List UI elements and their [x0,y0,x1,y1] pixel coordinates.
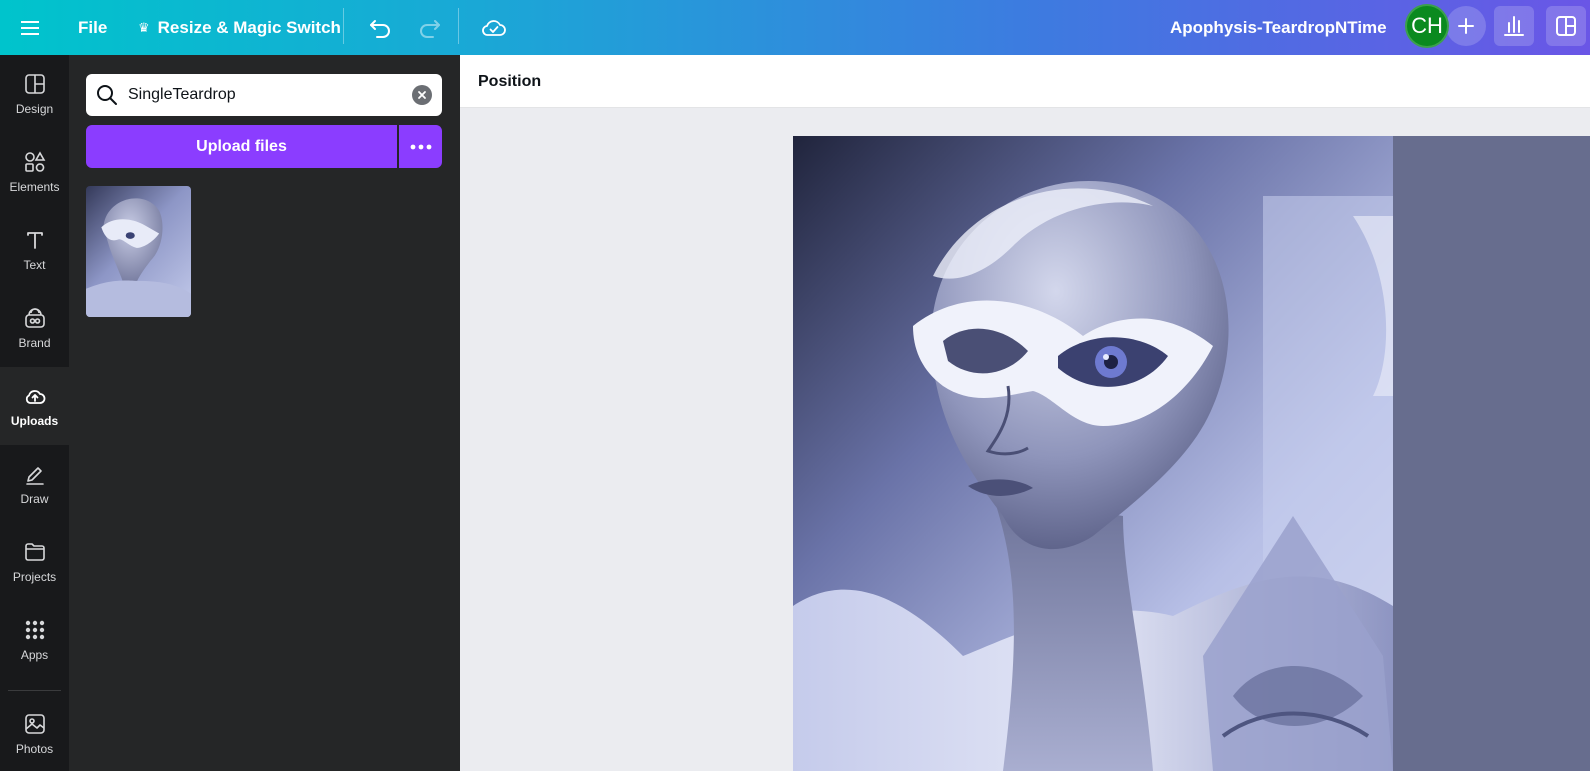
upload-files-button[interactable]: Upload files [86,125,397,168]
rail-label-photos: Photos [15,742,54,756]
layout-icon [1556,16,1576,36]
undo-button[interactable] [362,8,398,48]
toolbar-divider [458,8,459,44]
bar-chart-icon [1504,16,1524,36]
undo-icon [370,20,390,38]
top-bar: File ♛ Resize & Magic Switch Apophysis-T… [0,0,1590,55]
canvas-area [460,108,1590,771]
rail-item-photos[interactable]: Photos [0,695,69,771]
rail-label-projects: Projects [12,570,57,584]
text-icon [26,232,43,249]
avatar[interactable]: CH [1405,4,1449,48]
rail-item-uploads[interactable]: Uploads [0,367,69,445]
brand-icon [24,308,45,328]
context-toolbar: Position [460,55,1590,108]
layout-panel-button[interactable] [1546,6,1586,46]
draw-icon [25,467,44,485]
rail-item-text[interactable]: Text [0,211,69,289]
rail-divider [8,690,61,691]
rail-item-projects[interactable]: Projects [0,523,69,601]
uploads-panel: Upload files [69,55,460,771]
elements-icon [24,151,45,172]
rail-item-draw[interactable]: Draw [0,445,69,523]
photos-icon [24,714,45,734]
rail-label-text: Text [23,258,46,272]
left-rail: Design Elements Text Brand Uploads Draw [0,55,69,771]
more-horizontal-icon [410,144,431,149]
position-button[interactable]: Position [478,67,541,97]
document-title[interactable]: Apophysis-TeardropNTime [1170,8,1387,48]
thumbnail-image [86,186,191,317]
cloud-check-icon [482,20,506,36]
rail-label-apps: Apps [20,648,49,662]
rail-item-design[interactable]: Design [0,55,69,133]
search-input[interactable] [128,86,402,104]
resize-magic-switch-button[interactable]: ♛ Resize & Magic Switch [130,8,349,48]
design-icon [24,74,45,94]
rail-label-brand: Brand [18,336,51,350]
rail-label-design: Design [15,102,54,116]
upload-options-button[interactable] [399,125,442,168]
plus-icon [1458,18,1474,34]
rail-item-elements[interactable]: Elements [0,133,69,211]
rail-item-apps[interactable]: Apps [0,601,69,679]
apps-icon [25,620,44,640]
add-collaborator-button[interactable] [1446,6,1486,46]
file-menu-button[interactable]: File [68,8,117,48]
crown-icon: ♛ [138,20,150,35]
hamburger-icon [21,21,39,35]
canvas-image[interactable] [793,136,1393,771]
save-status-button[interactable] [476,8,512,48]
search-icon [97,85,117,105]
redo-icon [420,20,440,38]
clear-search-button[interactable] [412,85,432,105]
rail-label-uploads: Uploads [10,414,59,428]
toolbar-divider [343,8,344,44]
uploaded-image-thumbnail[interactable] [86,186,191,317]
search-box [86,74,442,116]
redo-button[interactable] [412,8,448,48]
rail-item-brand[interactable]: Brand [0,289,69,367]
menu-button[interactable] [12,8,48,48]
rail-label-elements: Elements [9,180,60,194]
design-page[interactable] [793,136,1590,771]
folder-icon [24,543,45,561]
resize-label: Resize & Magic Switch [157,18,341,37]
close-icon [418,91,426,99]
uploads-icon [25,390,45,404]
rail-label-draw: Draw [20,492,49,506]
insights-button[interactable] [1494,6,1534,46]
